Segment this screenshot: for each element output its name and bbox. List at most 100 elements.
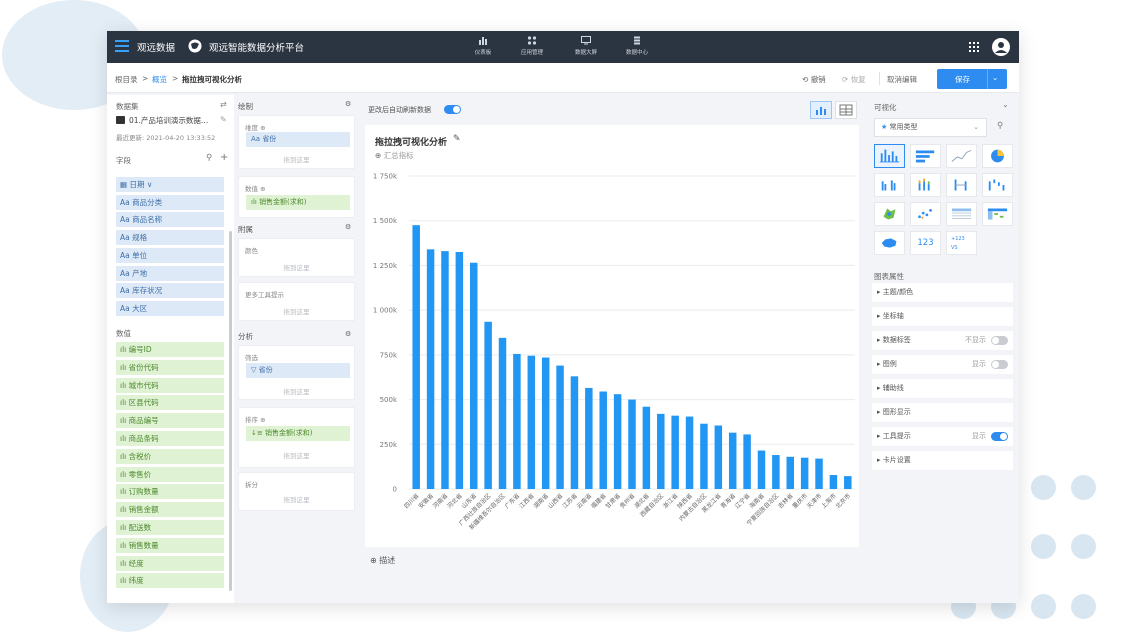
field-label: 省份代码 — [128, 362, 159, 372]
dimension-field[interactable]: Aa 商品分类 — [116, 194, 224, 210]
dimension-field[interactable]: ▦ 日期 ∨ — [116, 177, 224, 192]
filter-dropzone[interactable]: 筛选 ▽ 省份 拖到这里 — [238, 345, 355, 400]
measure-field[interactable]: ılı 销售金额 — [116, 502, 224, 518]
measure-field[interactable]: ılı 经度 — [116, 555, 224, 571]
color-dropzone[interactable]: 颜色 拖到这里 — [238, 238, 355, 277]
search-icon[interactable]: ⚲ — [997, 121, 1003, 131]
chart-type-select[interactable]: ★ 常用类型 ⌄ — [874, 118, 987, 137]
app-grid-icon[interactable] — [969, 42, 979, 52]
dataset-switch-icon[interactable]: ⇄ — [220, 100, 227, 109]
line-chart-type[interactable] — [946, 144, 977, 168]
field-label: 商品条码 — [128, 434, 159, 443]
measure-field[interactable]: ılı 省份代码 — [116, 359, 224, 375]
bar-chart-type[interactable] — [910, 144, 941, 168]
chart-prop-item[interactable]: ▸ 图例 显示 — [872, 355, 1013, 374]
describe-section[interactable]: ⊕ 描述 — [370, 555, 395, 566]
chart-prop-item[interactable]: ▸ 工具提示 显示 — [872, 427, 1013, 446]
measure-icon: ılı — [120, 451, 127, 461]
prop-toggle[interactable] — [991, 336, 1008, 345]
chart-prop-item[interactable]: ▸ 卡片设置 — [872, 451, 1013, 470]
value-dropzone[interactable]: 数值 ⊕ ılı 销售金额(求和) — [238, 176, 355, 218]
nav-dashboard[interactable]: 仪表板 — [463, 36, 503, 56]
dimension-pill[interactable]: Aa 省份 — [246, 132, 350, 147]
measure-field[interactable]: ılı 编号ID — [116, 342, 224, 357]
user-avatar[interactable] — [992, 38, 1010, 56]
measure-field[interactable]: ılı 零售价 — [116, 466, 224, 482]
measure-field[interactable]: ılı 订购数量 — [116, 484, 224, 500]
cancel-edit-button[interactable]: 取消编辑 — [887, 74, 917, 85]
add-field-icon[interactable]: + — [220, 152, 228, 163]
menu-icon[interactable] — [115, 40, 129, 52]
dimension-field[interactable]: Aa 产地 — [116, 265, 224, 281]
pivot-table-type[interactable] — [982, 202, 1013, 226]
chart-prop-item[interactable]: ▸ 坐标轴 — [872, 307, 1013, 326]
pie-chart-type[interactable] — [982, 144, 1013, 168]
chart-view-button[interactable] — [810, 101, 832, 119]
measure-field[interactable]: ılı 含税价 — [116, 448, 224, 464]
save-dropdown-divider — [987, 69, 988, 89]
sort-dropzone[interactable]: 排序 ⊕ ↓≡ 销售金额(求和) 拖到这里 — [238, 407, 355, 468]
range-bar-type[interactable] — [946, 173, 977, 197]
measure-field[interactable]: ılı 区县代码 — [116, 395, 224, 411]
y-tick-label: 250k — [380, 441, 398, 449]
breadcrumb-root[interactable]: 根目录 — [115, 74, 138, 85]
drawing-settings-icon[interactable]: ⚙ — [345, 100, 351, 108]
nav-app-management[interactable]: 应用管理 — [512, 36, 552, 56]
prop-toggle[interactable] — [991, 432, 1008, 441]
tooltip-dropzone[interactable]: 更多工具提示 拖到这里 — [238, 282, 355, 321]
save-button[interactable]: 保存 ⌄ — [937, 69, 1007, 89]
undo-button[interactable]: ⟲ 撤销 — [802, 74, 826, 85]
sort-pill[interactable]: ↓≡ 销售金额(求和) — [246, 426, 350, 441]
breadcrumb-overview[interactable]: 概览 — [152, 74, 167, 85]
chart-prop-item[interactable]: ▸ 数据标签 不显示 — [872, 331, 1013, 350]
attach-settings-icon[interactable]: ⚙ — [345, 223, 351, 231]
bar — [513, 353, 521, 489]
table-view-button[interactable] — [835, 101, 857, 119]
chart-prop-item[interactable]: ▸ 图形显示 — [872, 403, 1013, 422]
dimension-field[interactable]: Aa 大区 — [116, 300, 224, 316]
kpi-card-type[interactable]: 123 — [910, 231, 941, 255]
platform-logo-icon — [188, 39, 202, 53]
prop-toggle[interactable] — [991, 360, 1008, 369]
x-tick-label: 安徽省 — [417, 492, 435, 510]
stacked-bar-type[interactable] — [910, 173, 941, 197]
measure-icon: ılı — [120, 362, 127, 372]
dataset-edit-icon[interactable]: ✎ — [220, 115, 227, 124]
map-chart-type[interactable] — [874, 202, 905, 226]
prop-label: 辅助线 — [882, 384, 904, 392]
chevron-down-icon[interactable]: ⌄ — [992, 73, 998, 82]
chart-prop-item[interactable]: ▸ 辅助线 — [872, 379, 1013, 398]
collapse-icon[interactable]: ⌄ — [1002, 100, 1009, 109]
nav-data-center[interactable]: 数据中心 — [617, 36, 657, 56]
scatter-chart-type[interactable] — [910, 202, 941, 226]
nav-data-screen[interactable]: 数据大屏 — [566, 36, 606, 56]
dimension-field[interactable]: Aa 单位 — [116, 247, 224, 263]
grouped-bar-type[interactable] — [874, 173, 905, 197]
comparison-card-type[interactable]: +123 VS — [946, 231, 977, 255]
measure-field[interactable]: ılı 商品编号 — [116, 413, 224, 429]
measure-field[interactable]: ılı 配送数 — [116, 520, 224, 535]
fields-scrollbar[interactable] — [229, 231, 232, 591]
value-pill[interactable]: ılı 销售金额(求和) — [246, 195, 350, 210]
redo-button[interactable]: ⟳ 恢复 — [842, 74, 866, 85]
search-icon[interactable]: ⚲ — [206, 153, 212, 163]
map-region-type[interactable] — [874, 231, 905, 255]
measure-field[interactable]: ılı 城市代码 — [116, 377, 224, 393]
waterfall-type[interactable] — [982, 173, 1013, 197]
chart-prop-item[interactable]: ▸ 主题/颜色 — [872, 283, 1013, 302]
app-window: 观远数据 观远智能数据分析平台 仪表板 应用管理 数据大屏 数据中心 根目录 >… — [107, 31, 1019, 603]
measure-field[interactable]: ılı 纬度 — [116, 573, 224, 589]
filter-pill[interactable]: ▽ 省份 — [246, 363, 350, 378]
measure-field[interactable]: ılı 商品条码 — [116, 431, 224, 446]
analysis-settings-icon[interactable]: ⚙ — [345, 330, 351, 338]
dimension-field[interactable]: Aa 规格 — [116, 230, 224, 246]
split-dropzone[interactable]: 拆分 拖到这里 — [238, 472, 355, 511]
column-chart-type[interactable] — [874, 144, 905, 168]
dataset-name[interactable]: 01.产品培训演示数据… — [129, 115, 208, 126]
dimension-dropzone[interactable]: 维度 ⊕ Aa 省份 拖到这里 — [238, 115, 355, 169]
auto-refresh-toggle[interactable] — [444, 105, 461, 114]
dimension-field[interactable]: Aa 库存状况 — [116, 283, 224, 299]
dimension-field[interactable]: Aa 商品名称 — [116, 212, 224, 228]
measure-field[interactable]: ılı 销售数量 — [116, 537, 224, 553]
table-chart-type[interactable] — [946, 202, 977, 226]
